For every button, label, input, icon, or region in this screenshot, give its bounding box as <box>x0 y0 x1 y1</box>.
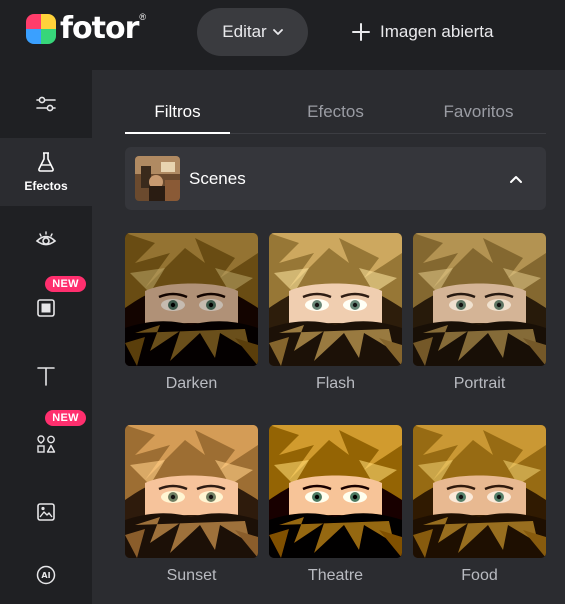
effects-panel: Filtros Efectos Favoritos Scenes Darken … <box>92 70 565 604</box>
fotor-logo-mark <box>26 14 56 44</box>
edit-menu-button[interactable]: Editar <box>197 8 308 56</box>
sidebar-item-effects[interactable]: Efectos <box>0 138 92 206</box>
filter-label: Flash <box>315 375 356 392</box>
sliders-icon <box>36 96 56 112</box>
tab-filters[interactable]: Filtros <box>125 90 230 134</box>
open-image-button[interactable]: Imagen abierta <box>352 10 493 54</box>
plus-icon <box>352 23 370 41</box>
filter-food[interactable]: Food <box>413 425 546 585</box>
fotor-logo[interactable]: fotor ® <box>26 12 146 46</box>
filter-thumbnail <box>125 425 258 558</box>
filter-label: Food <box>461 567 498 584</box>
filter-thumbnail <box>269 233 402 366</box>
sidebar-item-frames[interactable] <box>0 274 92 342</box>
frame-icon <box>37 299 55 317</box>
sidebar: Efectos NEW NEW AI <box>0 70 92 604</box>
filter-thumbnail <box>125 233 258 366</box>
filter-label: Darken <box>165 375 218 392</box>
tab-bar: Filtros Efectos Favoritos <box>125 90 546 134</box>
tab-effects[interactable]: Efectos <box>283 90 388 134</box>
tab-label: Favoritos <box>443 102 514 121</box>
filter-theatre[interactable]: Theatre <box>269 425 402 585</box>
filter-thumbnail <box>413 233 546 366</box>
elements-icon <box>37 435 56 453</box>
active-tab-indicator <box>125 132 230 134</box>
scenes-thumbnail <box>135 156 180 201</box>
filter-flash[interactable]: Flash <box>269 233 402 393</box>
chevron-down-icon <box>272 29 283 35</box>
text-icon <box>37 367 55 386</box>
filter-label: Portrait <box>453 375 506 392</box>
sidebar-item-elements[interactable] <box>0 410 92 478</box>
sidebar-item-beauty[interactable] <box>0 206 92 274</box>
sidebar-item-text[interactable] <box>0 342 92 410</box>
flask-icon <box>38 152 54 172</box>
sidebar-item-label: Efectos <box>24 179 68 193</box>
filter-thumbnail <box>269 425 402 558</box>
edit-menu-label: Editar <box>222 22 267 41</box>
tab-label: Efectos <box>307 102 364 121</box>
ai-icon: AI <box>36 565 56 585</box>
tab-favorites[interactable]: Favoritos <box>426 90 531 134</box>
top-bar: fotor ® Editar Imagen abierta <box>0 0 565 70</box>
eye-icon <box>35 231 57 246</box>
chevron-up-icon[interactable] <box>508 171 524 187</box>
sidebar-item-adjust[interactable] <box>0 70 92 138</box>
scenes-section-header[interactable]: Scenes <box>125 147 546 210</box>
sidebar-item-uploads[interactable] <box>0 478 92 546</box>
filter-label: Theatre <box>307 567 364 584</box>
open-image-label: Imagen abierta <box>380 22 494 41</box>
logo-text: fotor <box>60 11 139 46</box>
filter-label: Sunset <box>166 567 217 584</box>
filter-darken[interactable]: Darken <box>125 233 258 393</box>
tab-label: Filtros <box>154 102 201 121</box>
filter-sunset[interactable]: Sunset <box>125 425 258 585</box>
section-title: Scenes <box>189 168 246 188</box>
sidebar-item-ai[interactable]: AI <box>0 546 92 604</box>
filter-portrait[interactable]: Portrait <box>413 233 546 393</box>
svg-text:AI: AI <box>41 571 50 580</box>
filter-thumbnail <box>413 425 546 558</box>
registered-mark: ® <box>139 12 147 22</box>
image-stack-icon <box>37 503 55 521</box>
